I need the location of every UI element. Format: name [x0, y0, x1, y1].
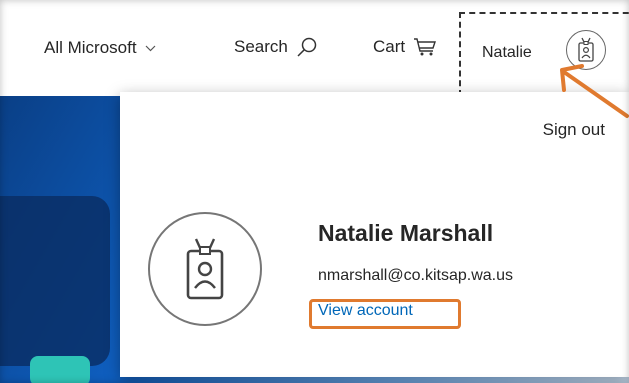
hero-shape [0, 196, 110, 366]
account-short-name[interactable]: Natalie [482, 44, 532, 62]
search-button[interactable]: Search [234, 36, 318, 58]
id-badge-icon [186, 238, 224, 300]
sign-out-link[interactable]: Sign out [543, 120, 605, 140]
all-microsoft-label: All Microsoft [44, 38, 137, 57]
profile-email: nmarshall@co.kitsap.wa.us [318, 267, 513, 284]
cart-icon [414, 38, 437, 56]
cart-label: Cart [373, 37, 406, 56]
search-label: Search [234, 37, 288, 56]
profile-full-name: Natalie Marshall [318, 220, 494, 246]
profile-avatar [148, 212, 262, 326]
cart-button[interactable]: Cart [373, 37, 437, 57]
screenshot-frame: All Microsoft Search Cart Natalie Sign o… [0, 0, 629, 383]
account-dropdown-panel: Sign out Natalie Marshall nmarshall@co.k… [120, 92, 629, 377]
all-microsoft-menu[interactable]: All Microsoft [44, 38, 156, 58]
annotation-arrow-icon [560, 64, 629, 118]
search-icon [297, 37, 317, 57]
chevron-down-icon [145, 45, 156, 51]
hero-accent-shape [30, 356, 90, 383]
view-account-highlight [309, 299, 461, 329]
